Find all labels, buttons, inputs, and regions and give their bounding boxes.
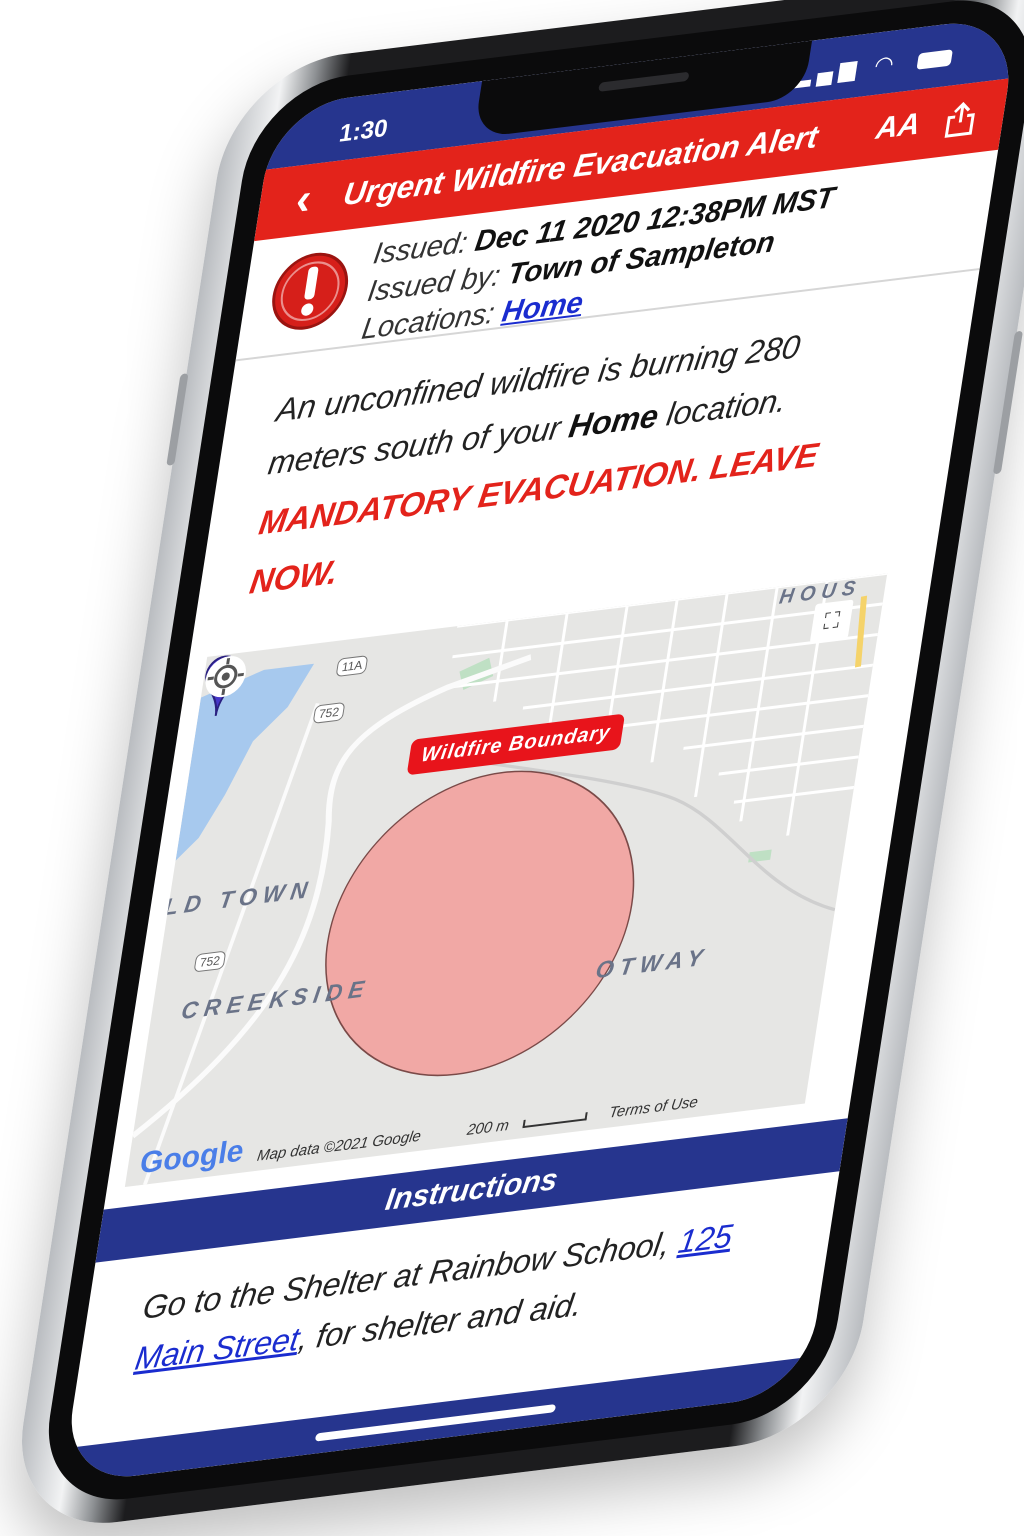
home-indicator[interactable] [314, 1404, 557, 1442]
wildfire-boundary-area [325, 770, 635, 1077]
message-home-bold: Home [566, 397, 662, 445]
message-text-2: location. [655, 381, 790, 434]
exclamation-icon [272, 252, 349, 330]
power-button [992, 330, 1024, 475]
fullscreen-icon[interactable]: ⛶ [809, 599, 854, 643]
status-time: 1:30 [337, 114, 390, 148]
location-home-link[interactable]: Home [500, 286, 586, 329]
my-location-icon[interactable] [200, 651, 251, 701]
text-size-button[interactable]: AA [874, 107, 923, 147]
battery-icon [916, 49, 953, 70]
share-icon[interactable] [943, 100, 978, 138]
phone-screen: 1:30 ▂▄▆ ◠ ‹ Urgent Wildfire Evacuation … [60, 15, 1020, 1485]
map-scale-bar [522, 1112, 588, 1129]
water-area [175, 663, 315, 861]
status-icons: ▂▄▆ ◠ [793, 43, 954, 89]
map-attribution: Map data ©2021 Google [255, 1127, 423, 1165]
back-button[interactable]: ‹ [270, 174, 337, 226]
terms-of-use-link[interactable]: Terms of Use [608, 1093, 699, 1121]
alert-map[interactable]: Wildfire Boundary 11A 752 752 LD TOWN CR… [124, 573, 888, 1187]
phone-frame: 1:30 ▂▄▆ ◠ ‹ Urgent Wildfire Evacuation … [5, 0, 1024, 1536]
volume-button [166, 373, 189, 466]
map-scale-label: 200 m [465, 1116, 511, 1140]
phone-bezel: 1:30 ▂▄▆ ◠ ‹ Urgent Wildfire Evacuation … [35, 0, 1024, 1510]
wifi-icon: ◠ [872, 49, 902, 79]
